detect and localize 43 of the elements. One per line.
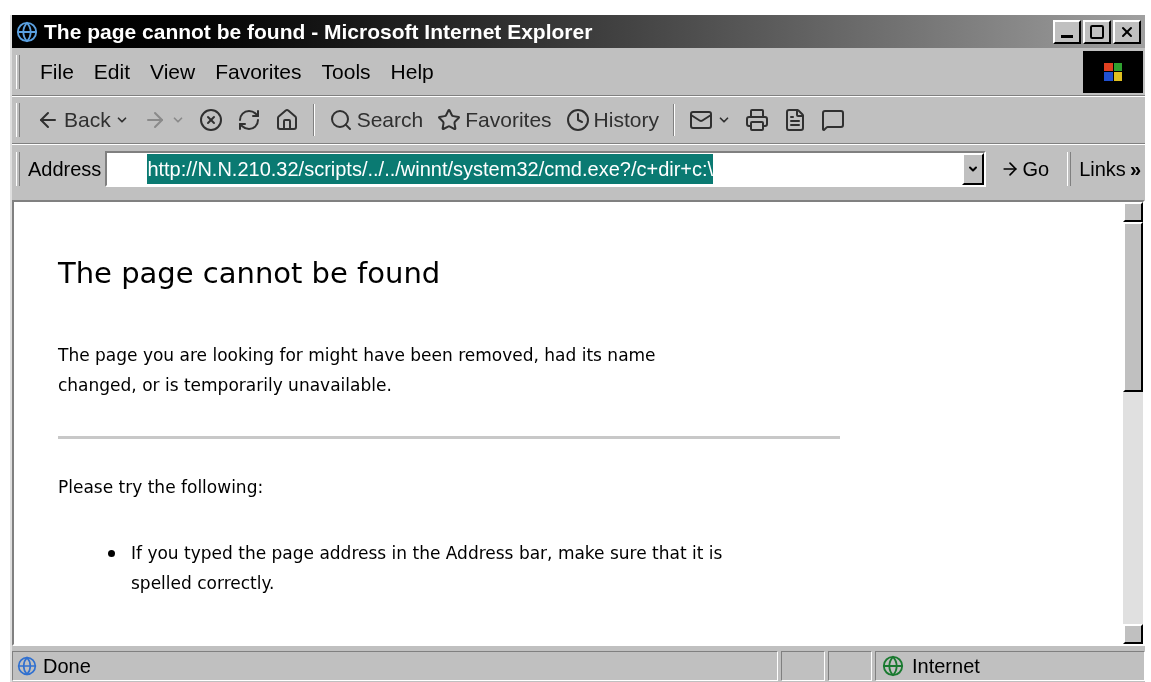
window-title: The page cannot be found - Microsoft Internet Explorer — [44, 18, 594, 45]
address-field[interactable]: http://N.N.210.32/scripts/../../winnt/system32/cmd.exe?/c+dir+c:\ — [105, 150, 987, 187]
menu-item[interactable]: Help — [382, 55, 442, 88]
tip-text: If you typed the page address in the Address bar, make sure that it is spelled correctly. — [131, 542, 724, 595]
print-icon — [744, 108, 769, 132]
maximize-button[interactable] — [1083, 19, 1111, 44]
bullet-icon — [108, 550, 115, 557]
minimize-icon — [1061, 35, 1073, 38]
more-links-button[interactable]: » — [1129, 153, 1145, 184]
favorites-icon — [437, 108, 462, 132]
status-panel — [781, 651, 825, 681]
menu-item[interactable]: Edit — [85, 55, 139, 88]
zone-text: Internet — [912, 654, 980, 679]
menu-item[interactable]: Favorites — [207, 55, 310, 88]
prompt-text: Please try the following: — [58, 475, 265, 499]
minimize-button[interactable] — [1053, 19, 1081, 44]
links-button[interactable]: Links — [1075, 153, 1130, 184]
globe-icon — [882, 655, 904, 677]
search-button[interactable]: Search — [324, 102, 428, 138]
menu-item[interactable]: Tools — [313, 55, 379, 88]
history-icon — [565, 108, 590, 132]
refresh-icon — [236, 108, 261, 132]
mail-icon — [688, 108, 713, 132]
page-heading: The page cannot be found — [58, 255, 442, 292]
error-message: The page you are looking for might have been removed, had its name changed, or is temporarily unavailable. — [58, 343, 657, 397]
status-panel — [828, 651, 872, 681]
windows-logo-icon — [1083, 50, 1143, 93]
address-label: Address — [27, 156, 103, 182]
go-button[interactable]: Go — [986, 153, 1064, 184]
browser-icon — [16, 20, 38, 43]
menu-item[interactable]: View — [142, 55, 204, 88]
search-icon — [328, 108, 353, 132]
dropdown-button[interactable] — [962, 152, 985, 185]
scrollbar[interactable] — [1123, 202, 1143, 644]
menu-item[interactable]: File — [32, 55, 82, 88]
status-text: Done — [43, 654, 91, 679]
history-button[interactable]: History — [561, 102, 663, 138]
stop-icon — [198, 108, 223, 132]
close-button[interactable] — [1113, 19, 1141, 44]
favorites-button[interactable]: Favorites — [433, 102, 556, 138]
home-icon — [274, 108, 299, 132]
maximize-icon — [1089, 23, 1105, 40]
back-button[interactable]: Back — [32, 102, 133, 138]
